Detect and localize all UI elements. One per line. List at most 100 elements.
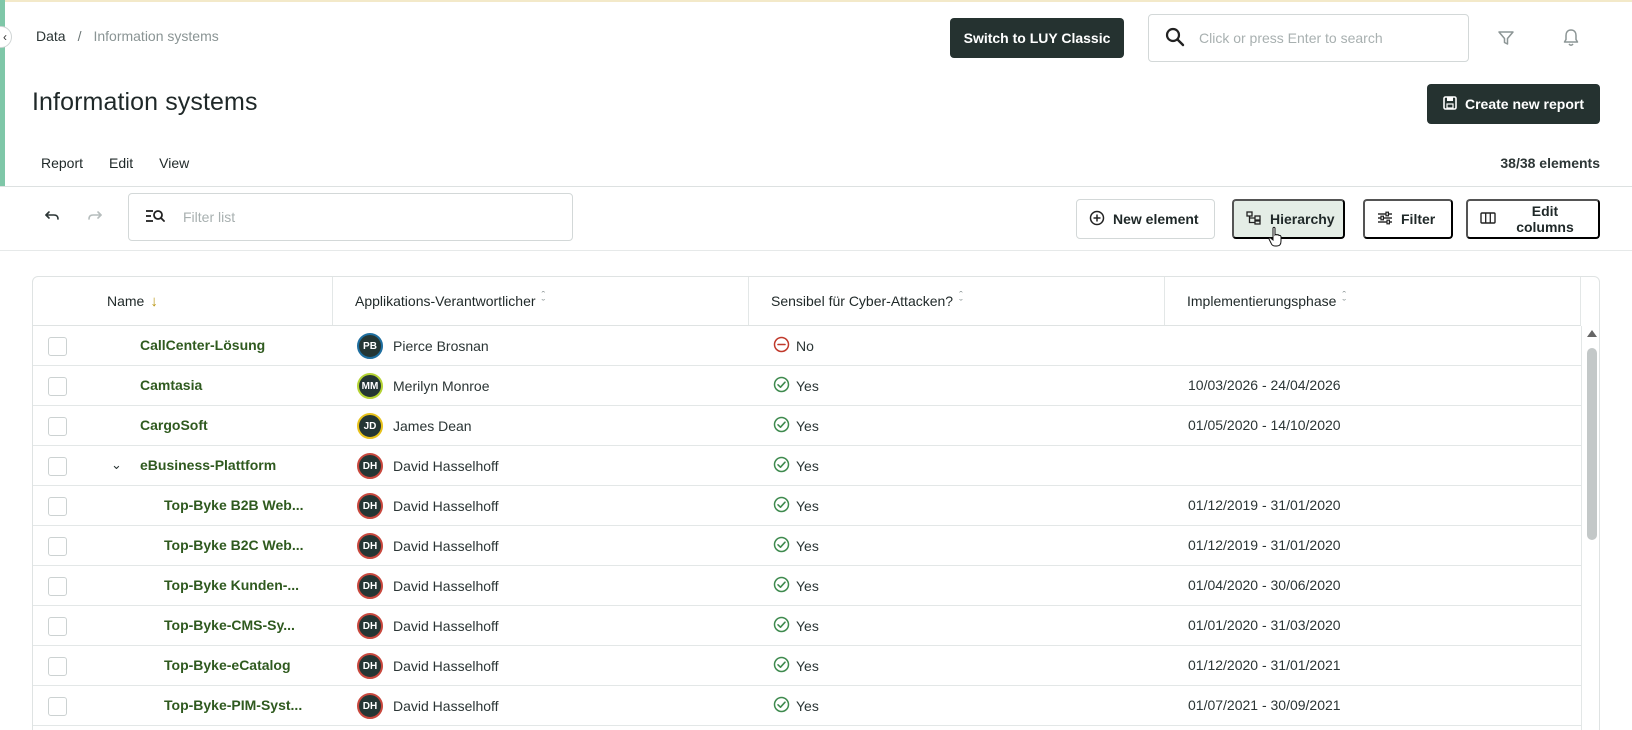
table-row[interactable]: ⌄ eBusiness-Plattform DH David Hasselhoff Ye… bbox=[33, 446, 1581, 486]
filter-list-input[interactable] bbox=[183, 209, 543, 225]
avatar: MM bbox=[357, 373, 383, 399]
element-name-link[interactable]: Top-Byke-PIM-Syst... bbox=[164, 697, 302, 713]
row-checkbox[interactable] bbox=[48, 577, 67, 596]
row-checkbox[interactable] bbox=[48, 337, 67, 356]
avatar: DH bbox=[357, 653, 383, 679]
cyber-value: No bbox=[796, 338, 814, 354]
chevron-down-icon[interactable]: ⌄ bbox=[111, 457, 122, 473]
row-checkbox[interactable] bbox=[48, 697, 67, 716]
owner-name: Merilyn Monroe bbox=[393, 378, 490, 394]
global-search[interactable] bbox=[1148, 14, 1469, 62]
table-row[interactable]: Top-Byke B2C Web... DH David Hasselhoff Yes… bbox=[33, 526, 1581, 566]
row-checkbox[interactable] bbox=[48, 617, 67, 636]
menu-bar: Report Edit View bbox=[41, 155, 189, 171]
switch-classic-button[interactable]: Switch to LUY Classic bbox=[950, 18, 1124, 58]
search-input[interactable] bbox=[1199, 30, 1439, 46]
cyber-cell: Yes bbox=[773, 576, 819, 596]
hierarchy-button[interactable]: Hierarchy bbox=[1232, 199, 1345, 239]
owner-name: David Hasselhoff bbox=[393, 578, 499, 594]
plus-circle-icon bbox=[1089, 210, 1105, 229]
check-circle-icon bbox=[773, 696, 790, 716]
row-checkbox[interactable] bbox=[48, 537, 67, 556]
owner-name: David Hasselhoff bbox=[393, 618, 499, 634]
sort-icon: ˆˇ bbox=[1342, 290, 1347, 310]
cyber-cell: Yes bbox=[773, 416, 819, 436]
new-element-button[interactable]: New element bbox=[1076, 199, 1215, 239]
table-row[interactable]: CargoSoft JD James Dean Yes 01/05/2020 - 14/… bbox=[33, 406, 1581, 446]
cyber-cell: Yes bbox=[773, 616, 819, 636]
table-header: Name ↓ Applikations-Verantwortlicher ˆˇ … bbox=[33, 277, 1581, 326]
breadcrumb-current: Information systems bbox=[93, 28, 219, 44]
cyber-value: Yes bbox=[796, 698, 819, 714]
element-name-link[interactable]: eBusiness-Plattform bbox=[140, 457, 276, 473]
column-header-owner[interactable]: Applikations-Verantwortlicher ˆˇ bbox=[333, 277, 749, 325]
hand-cursor-icon bbox=[1268, 226, 1284, 251]
cyber-value: Yes bbox=[796, 658, 819, 674]
implementation-period: 01/12/2019 - 31/01/2020 bbox=[1188, 537, 1341, 553]
cyber-value: Yes bbox=[796, 578, 819, 594]
owner-cell: DH David Hasselhoff bbox=[357, 613, 499, 639]
column-label: Applikations-Verantwortlicher bbox=[355, 293, 536, 309]
table-row[interactable]: Camtasia MM Merilyn Monroe Yes 10/03/2026 - … bbox=[33, 366, 1581, 406]
filter-list-box[interactable] bbox=[128, 193, 573, 241]
table-row[interactable]: Top-Byke-PIM-Syst... DH David Hasselhoff Ye… bbox=[33, 686, 1581, 726]
table-row[interactable]: CallCenter-Lösung PB Pierce Brosnan No bbox=[33, 326, 1581, 366]
column-header-cyber[interactable]: Sensibel für Cyber-Attacken? ˆˇ bbox=[749, 277, 1165, 325]
cyber-cell: Yes bbox=[773, 656, 819, 676]
breadcrumb: Data / Information systems bbox=[36, 28, 219, 44]
sidebar-collapse-handle[interactable]: ‹ bbox=[0, 26, 12, 48]
table-body: CallCenter-Lösung PB Pierce Brosnan No Camta… bbox=[33, 326, 1581, 726]
cyber-cell: Yes bbox=[773, 536, 819, 556]
table-row[interactable]: Top-Byke-CMS-Sy... DH David Hasselhoff Yes 0… bbox=[33, 606, 1581, 646]
filter-list-icon bbox=[145, 208, 165, 227]
element-name-link[interactable]: Top-Byke Kunden-... bbox=[164, 577, 299, 593]
check-circle-icon bbox=[773, 496, 790, 516]
owner-name: David Hasselhoff bbox=[393, 538, 499, 554]
chevron-left-icon: ‹ bbox=[3, 30, 7, 44]
element-name-link[interactable]: Top-Byke B2C Web... bbox=[164, 537, 304, 553]
element-name-link[interactable]: Top-Byke B2B Web... bbox=[164, 497, 304, 513]
owner-cell: MM Merilyn Monroe bbox=[357, 373, 489, 399]
filter-button[interactable]: Filter bbox=[1363, 199, 1453, 239]
row-checkbox[interactable] bbox=[48, 497, 67, 516]
menu-view[interactable]: View bbox=[159, 155, 189, 171]
element-name-link[interactable]: Camtasia bbox=[140, 377, 202, 393]
owner-cell: DH David Hasselhoff bbox=[357, 533, 499, 559]
element-name-link[interactable]: Top-Byke-CMS-Sy... bbox=[164, 617, 295, 633]
implementation-period: 10/03/2026 - 24/04/2026 bbox=[1188, 377, 1341, 393]
row-checkbox[interactable] bbox=[48, 377, 67, 396]
menu-report[interactable]: Report bbox=[41, 155, 83, 171]
column-header-implementation[interactable]: Implementierungsphase ˆˇ bbox=[1165, 277, 1581, 325]
filter-icon[interactable] bbox=[1494, 26, 1518, 50]
undo-icon[interactable] bbox=[44, 208, 60, 228]
row-checkbox[interactable] bbox=[48, 417, 67, 436]
check-circle-icon bbox=[773, 616, 790, 636]
scroll-up-arrow-icon[interactable] bbox=[1587, 330, 1597, 337]
menu-edit[interactable]: Edit bbox=[109, 155, 133, 171]
breadcrumb-data-link[interactable]: Data bbox=[36, 28, 66, 44]
implementation-period: 01/07/2021 - 30/09/2021 bbox=[1188, 697, 1341, 713]
column-label: Implementierungsphase bbox=[1187, 293, 1337, 309]
sort-icon: ˆˇ bbox=[959, 290, 963, 310]
create-report-button[interactable]: Create new report bbox=[1427, 84, 1600, 124]
implementation-period: 01/12/2019 - 31/01/2020 bbox=[1188, 497, 1341, 513]
row-checkbox[interactable] bbox=[48, 657, 67, 676]
vertical-scrollbar[interactable] bbox=[1581, 326, 1599, 730]
element-name-link[interactable]: Top-Byke-eCatalog bbox=[164, 657, 291, 673]
divider bbox=[0, 250, 1632, 251]
scrollbar-thumb[interactable] bbox=[1587, 348, 1597, 540]
table-row[interactable]: Top-Byke Kunden-... DH David Hasselhoff Yes… bbox=[33, 566, 1581, 606]
hierarchy-icon bbox=[1246, 210, 1262, 228]
element-name-link[interactable]: CallCenter-Lösung bbox=[140, 337, 265, 353]
column-header-name[interactable]: Name ↓ bbox=[33, 277, 333, 325]
element-name-link[interactable]: CargoSoft bbox=[140, 417, 208, 433]
owner-cell: DH David Hasselhoff bbox=[357, 693, 499, 719]
redo-icon[interactable] bbox=[87, 208, 103, 228]
table-row[interactable]: Top-Byke-eCatalog DH David Hasselhoff Yes 01… bbox=[33, 646, 1581, 686]
owner-cell: JD James Dean bbox=[357, 413, 472, 439]
table-row[interactable]: Top-Byke B2B Web... DH David Hasselhoff Yes… bbox=[33, 486, 1581, 526]
sort-icon: ˆˇ bbox=[541, 290, 546, 310]
row-checkbox[interactable] bbox=[48, 457, 67, 476]
edit-columns-button[interactable]: Edit columns bbox=[1466, 199, 1600, 239]
bell-icon[interactable] bbox=[1559, 26, 1583, 50]
